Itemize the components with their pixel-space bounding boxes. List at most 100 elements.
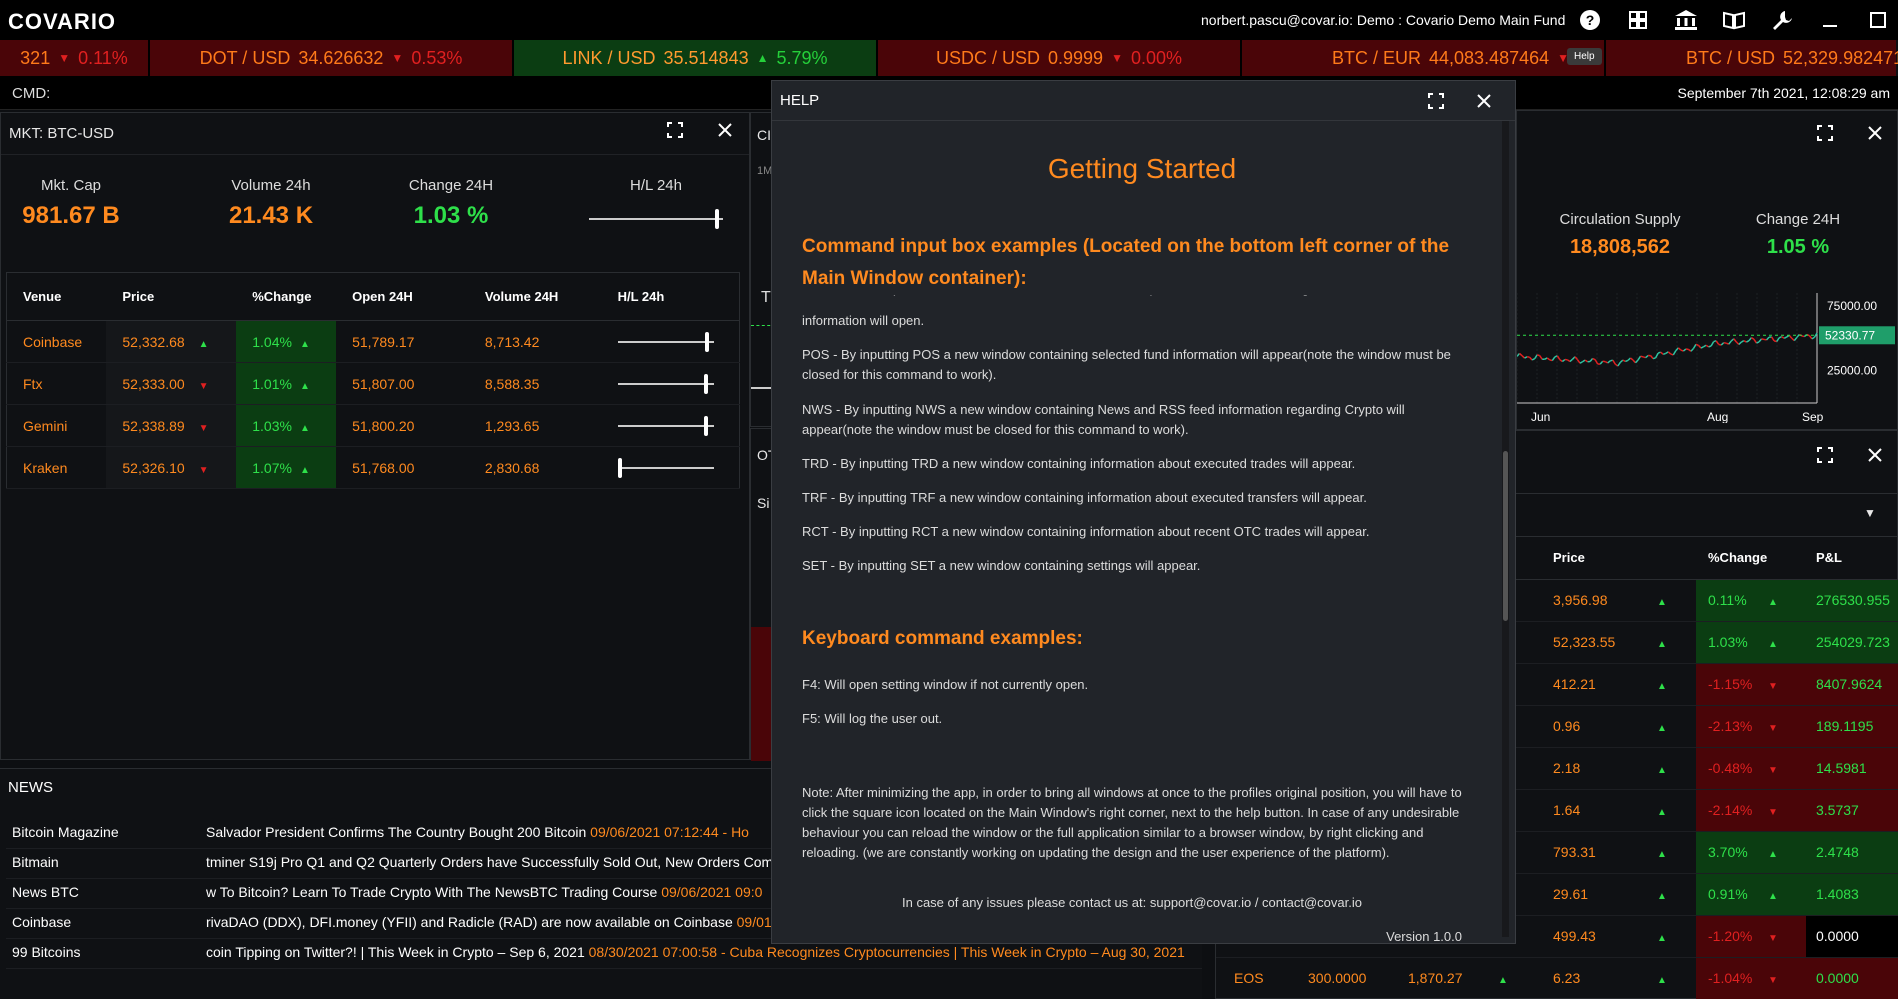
table-row[interactable]: Gemini 52,338.89 ▼ 1.03% ▲ 51,800.20 1,293.65 [6,404,740,447]
close-icon[interactable] [1476,93,1492,114]
column-header[interactable]: Open 24H [336,272,469,321]
help-contact[interactable]: In case of any issues please contact us … [802,893,1462,913]
maximize-icon[interactable] [1854,4,1898,36]
help-scrollbar[interactable] [1502,121,1509,937]
help-version: Version 1.0.0 [1386,929,1462,943]
change-value: 0.91% [1708,886,1748,902]
table-row[interactable]: EOS 300.0000 1,870.27 ▲ 6.23 ▲ -1.04% ▼ 0.0000 [1216,957,1898,999]
position-asset: EOS 300.0000 1,870.27 ▲ [1216,957,1541,999]
ticker-pair: USDC / USD [935,47,1040,68]
up-arrow-icon: ▲ [1498,975,1508,986]
price-segment [1758,338,1763,343]
change-value: -2.13% [1708,718,1753,734]
venue-open: 51,807.00 [336,362,469,405]
column-header[interactable]: H/L 24h [601,272,740,321]
table-row[interactable]: Ftx 52,333.00 ▼ 1.01% ▲ 51,807.00 8,588.35 [6,362,740,405]
price-segment [1770,336,1775,342]
price-segment [1692,343,1697,349]
price-segment [1667,351,1672,355]
ticker-item[interactable]: BTC / USD 52,329.982471 ▼ [1606,40,1898,76]
table-row[interactable]: Kraken 52,326.10 ▼ 1.07% ▲ 51,768.00 2,830.68 [6,446,740,489]
command-input[interactable]: CMD: [12,85,50,102]
ticker-item[interactable]: BTC / EUR 44,083.487464 ▼ 1.3 [1242,40,1604,76]
wrench-icon[interactable] [1758,4,1806,36]
stat-value: 18,808,562 [1569,236,1671,258]
change-value: -2.14% [1708,802,1753,818]
asset-qty: 300.0000 [1308,970,1367,986]
price-chart[interactable]: 75000.00 25000.00 Jun Aug Sep 52330.77 [1517,283,1897,423]
price-segment [1634,359,1639,364]
account-label[interactable]: norbert.pascu@covar.io: Demo : Covario D… [1201,12,1565,28]
expand-icon[interactable] [1428,93,1444,114]
chevron-down-icon[interactable]: ▼ [1864,506,1876,520]
stat-mkt-cap: Mkt. Cap 981.67 B [21,177,121,230]
news-headline: rivaDAO (DDX), DFI.money (YFII) and Radi… [206,914,772,930]
column-header[interactable]: Venue [6,272,107,321]
price-segment [1735,341,1740,345]
close-icon[interactable] [1867,447,1883,468]
pl-value: 3.5737 [1816,802,1859,818]
price-segment [1519,352,1523,357]
price-segment [1741,340,1745,343]
column-header[interactable]: Price [1541,537,1696,580]
stat-hl: H/L 24h [589,177,723,229]
column-header[interactable]: Price [106,272,237,321]
stat-volume: Volume 24h 21.43 K [221,177,321,230]
layout-grid-icon[interactable] [1614,4,1662,36]
ticker-pair: BTC / USD [1686,47,1776,68]
position-pl: 254029.723 [1806,621,1898,664]
column-header[interactable]: Volume 24H [468,272,602,321]
expand-icon[interactable] [1817,125,1833,146]
news-time: 09/06/2021 09:0 [661,883,763,900]
close-icon[interactable] [717,122,733,143]
ticker-price: 34.626632 [298,47,384,68]
ticker-item[interactable]: LINK / USD 35.514843 ▲ 5.79% [514,40,876,76]
help-dialog-header: HELP [772,81,1515,121]
ticker-item[interactable]: 321 ▼ 0.11% [0,40,148,76]
column-header[interactable]: %Change [1696,537,1806,580]
stat-label: Circulation Supply [1559,211,1681,228]
headline-text: tminer S19j Pro Q1 and Q2 Quarterly Orde… [206,853,777,870]
y-tick-label: 75000.00 [1827,299,1877,313]
venue-hl [601,320,740,363]
up-arrow-icon: ▲ [1768,597,1778,608]
pl-value: 1.4083 [1816,886,1859,902]
hl-range-knob [703,415,708,436]
price-segment [1640,355,1644,358]
price-value: 52,332.68 [122,333,185,350]
help-heading: Getting Started [1047,153,1237,184]
price-segment [1619,359,1624,363]
column-header[interactable]: P&L [1806,537,1898,580]
ticker-price: 0.9999 [1048,47,1104,68]
price-segment [1728,340,1732,345]
price-value: 1.64 [1553,802,1581,818]
price-segment [1788,334,1793,339]
up-arrow-icon: ▲ [1657,723,1667,734]
close-icon[interactable] [1867,125,1883,146]
book-icon[interactable] [1710,4,1758,36]
table-row[interactable]: Coinbase 52,332.68 ▲ 1.04% ▲ 51,789.17 8,713.4… [6,320,740,363]
bank-icon[interactable] [1662,4,1710,36]
up-arrow-icon: ▲ [1657,975,1667,986]
expand-icon[interactable] [667,122,683,143]
minimize-icon[interactable] [1806,4,1854,36]
expand-icon[interactable] [1817,447,1833,468]
hl-range-slider [617,331,714,352]
ticker-change: 0.00% [1130,47,1182,68]
ticker-item[interactable]: USDC / USD 0.9999 ▼ 0.00% [878,40,1240,76]
ticker-pair: LINK / USD [562,47,656,68]
price-segment [1662,352,1666,355]
position-pl: 189.1195 [1806,705,1898,748]
price-segment [1556,355,1561,361]
pl-value: 14.5981 [1816,760,1867,776]
pl-value: 189.1195 [1816,718,1874,734]
market-panel-header: MKT: BTC-USD [1,113,749,155]
headline-text: w To Bitcoin? Learn To Trade Crypto With… [206,883,658,900]
scrollbar-thumb[interactable] [1503,451,1508,621]
help-icon[interactable]: ? [1566,4,1614,36]
headline-text: coin Tipping on Twitter?! | This Week in… [206,943,585,960]
column-header[interactable]: %Change [236,272,337,321]
venue-hl [601,404,740,447]
position-change: 3.70% ▲ [1696,831,1806,874]
ticker-item[interactable]: DOT / USD 34.626632 ▼ 0.53% [150,40,512,76]
